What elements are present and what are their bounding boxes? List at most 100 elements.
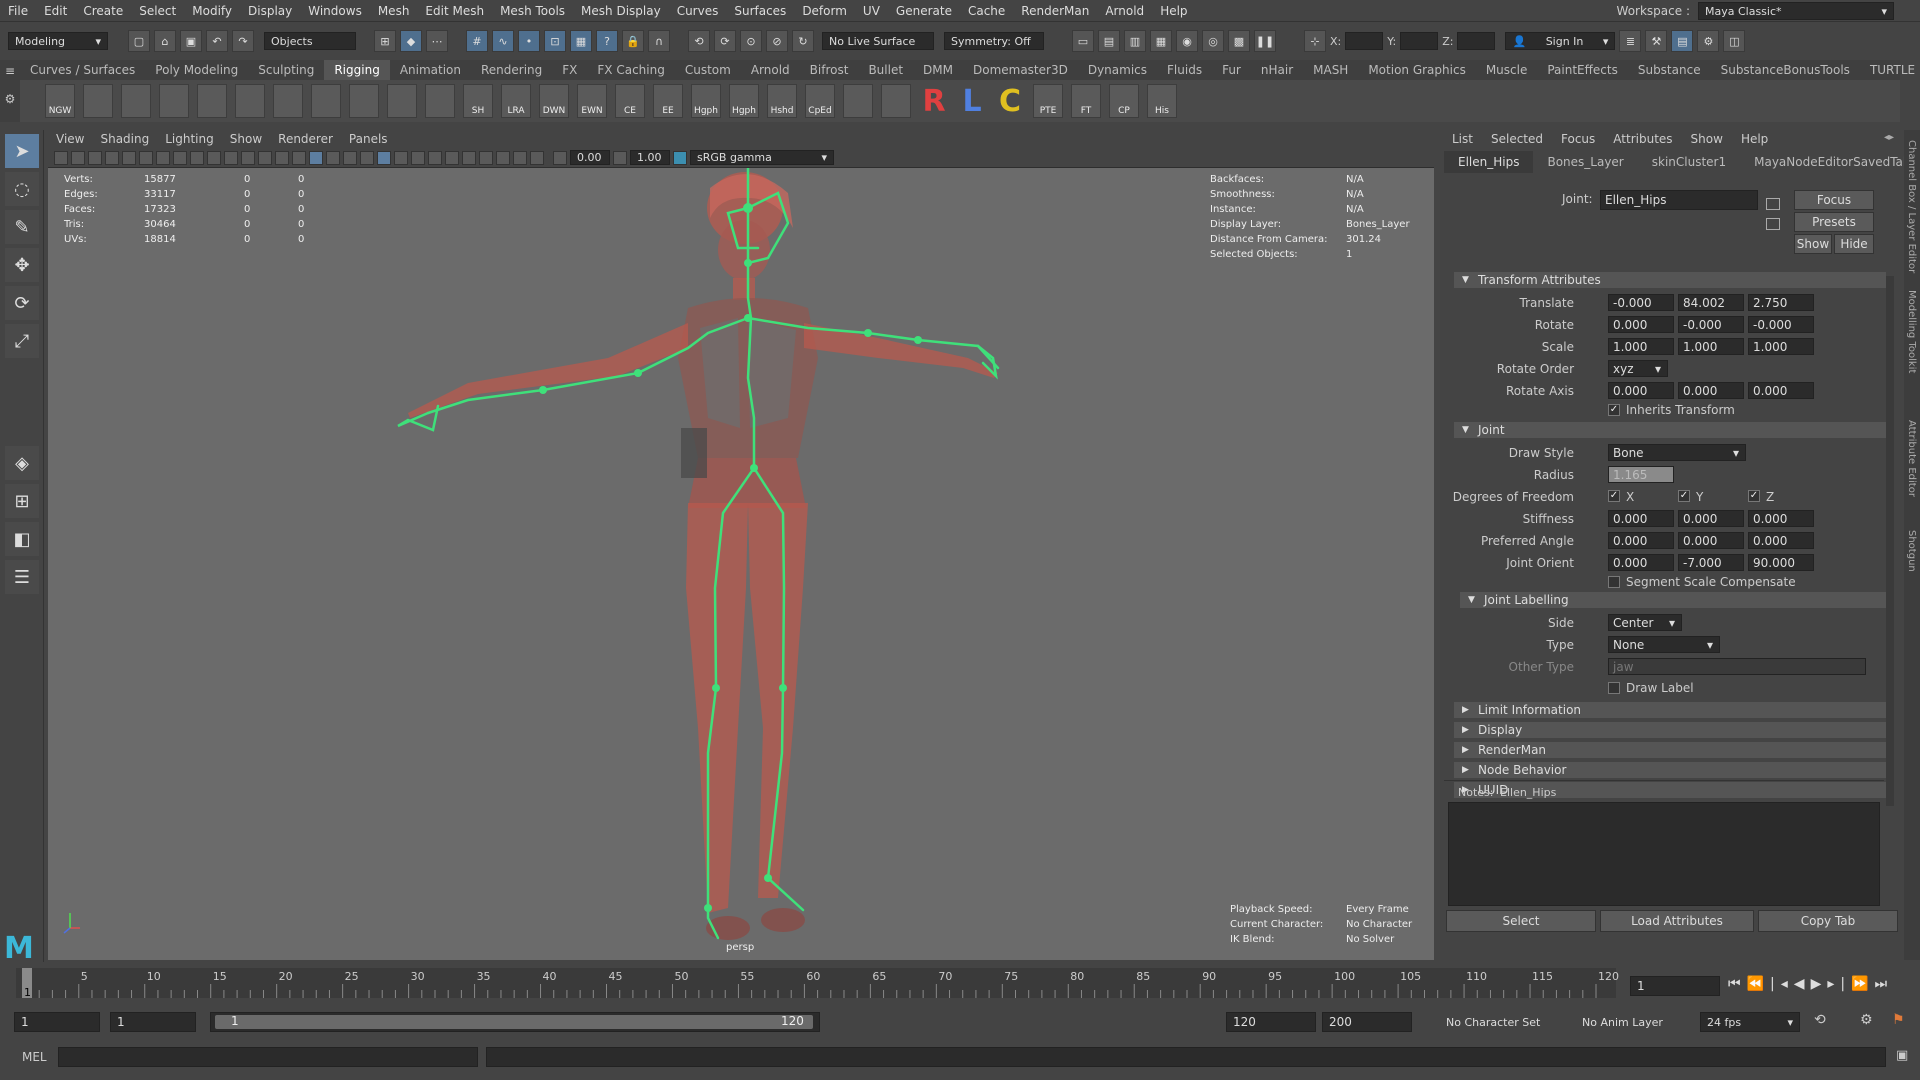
joint-orient-x-field[interactable]: 0.000 (1608, 554, 1674, 571)
hierarchy-mode-icon[interactable]: ⊞ (374, 30, 396, 52)
shelf-button-tool-9[interactable] (387, 84, 417, 118)
render-current-icon[interactable]: ▤ (1098, 30, 1120, 52)
translate-y-field[interactable]: 84.002 (1678, 294, 1744, 311)
viewport-menu-lighting[interactable]: Lighting (165, 132, 214, 146)
ae-scrollbar[interactable] (1886, 276, 1894, 806)
shelf-tab-sculpting[interactable]: Sculpting (248, 60, 324, 80)
time-slider[interactable]: 5 10 15 20 25 30 35 40 45 50 55 60 65 70 75 80 85 90 95 100… (0, 962, 1920, 1004)
play-forward-icon[interactable]: ▶ (1811, 976, 1828, 992)
shelf-tab-nhair[interactable]: nHair (1251, 60, 1303, 80)
rotate-order-dropdown[interactable]: xyz ▾ (1608, 360, 1668, 377)
menu-item-cache[interactable]: Cache (960, 4, 1013, 18)
shelf-button-tool-21[interactable] (843, 84, 873, 118)
section-limit-information[interactable]: ▶ Limit Information (1454, 702, 1886, 718)
step-forward-frame-icon[interactable]: ▸| (1827, 976, 1851, 992)
shelf-tab-fur[interactable]: Fur (1212, 60, 1251, 80)
menu-item-display[interactable]: Display (240, 4, 300, 18)
modeling-toolkit-icon[interactable]: ⚒ (1645, 30, 1668, 52)
bookmark-icon[interactable] (88, 150, 102, 165)
shelf-button-tool-7[interactable] (311, 84, 341, 118)
shelf-button-pte[interactable]: PTE (1033, 84, 1063, 118)
shelf-button-cp[interactable]: CP (1109, 84, 1139, 118)
ae-tabs-arrow-icon[interactable]: ◂▸ (1884, 132, 1894, 143)
component-mode-icon[interactable]: ⋯ (426, 30, 448, 52)
select-mode-dropdown[interactable]: Objects (264, 32, 356, 50)
step-back-frame-icon[interactable]: |◂ (1770, 976, 1794, 992)
viewport-3d[interactable]: Verts: 15877 0 0 Edges: 33117 0 0 Faces: 17323 0 0 T… (48, 168, 1434, 960)
rebuild-icon[interactable]: ↻ (792, 30, 814, 52)
focus-selected-icon[interactable] (1766, 198, 1780, 210)
transform-icon[interactable]: ⊹ (1304, 30, 1326, 52)
preferred-angle-x-field[interactable]: 0.000 (1608, 532, 1674, 549)
ae-menu-list[interactable]: List (1452, 132, 1473, 146)
menu-item-renderman[interactable]: RenderMan (1013, 4, 1097, 18)
tool-settings-icon[interactable]: ⚙ (1697, 30, 1720, 52)
exposure-field[interactable]: 0.00 (570, 150, 610, 165)
shelf-button-ce[interactable]: CE (615, 84, 645, 118)
ae-tab-mayanodeeditorsavedtabs[interactable]: MayaNodeEditorSavedTabs (1740, 151, 1920, 173)
shelf-tab-curves-surfaces[interactable]: Curves / Surfaces (20, 60, 145, 80)
pause-icon[interactable]: ❚❚ (1254, 30, 1276, 52)
lock-icon[interactable]: 🔒 (622, 30, 644, 52)
auto-key-icon[interactable]: ⚑ (1892, 1012, 1905, 1028)
menu-item-surfaces[interactable]: Surfaces (726, 4, 794, 18)
menu-item-uv[interactable]: UV (855, 4, 888, 18)
object-mode-icon[interactable]: ◆ (400, 30, 422, 52)
lights-icon[interactable] (394, 150, 408, 165)
viewport-menu-show[interactable]: Show (230, 132, 262, 146)
ae-menu-show[interactable]: Show (1691, 132, 1723, 146)
scale-tool-icon[interactable]: ⤢ (5, 324, 39, 358)
live-surface-field[interactable]: No Live Surface (822, 32, 934, 50)
side-dropdown[interactable]: Center ▾ (1608, 614, 1682, 631)
z-field[interactable] (1457, 32, 1496, 50)
ae-menu-attributes[interactable]: Attributes (1613, 132, 1672, 146)
copy-node-icon[interactable] (1766, 218, 1780, 230)
shelf-button-dwn[interactable]: DWN (539, 84, 569, 118)
shelf-tab-fx[interactable]: FX (552, 60, 587, 80)
scale-x-field[interactable]: 1.000 (1608, 338, 1674, 355)
outliner-icon[interactable]: ☰ (5, 560, 39, 594)
wireframe-icon[interactable] (292, 150, 306, 165)
shelf-tab-domemaster3d[interactable]: Domemaster3D (963, 60, 1078, 80)
move-tool-icon[interactable]: ✥ (5, 248, 39, 282)
shelf-tab-animation[interactable]: Animation (390, 60, 471, 80)
other-type-field[interactable]: jaw (1608, 658, 1866, 675)
shelf-tab-custom[interactable]: Custom (675, 60, 741, 80)
shelf-button-tool-5[interactable] (235, 84, 265, 118)
two-view-icon[interactable]: ◧ (5, 522, 39, 556)
shelf-button-hgph[interactable]: Hgph (729, 84, 759, 118)
loop-icon[interactable]: ⟲ (1814, 1012, 1826, 1028)
script-editor-icon[interactable]: ▣ (1896, 1048, 1908, 1063)
shelf-button-r[interactable]: R (919, 84, 949, 119)
shelf-button-c[interactable]: C (995, 84, 1025, 119)
draw-style-dropdown[interactable]: Bone ▾ (1608, 444, 1746, 461)
gamma-field[interactable]: 1.00 (630, 150, 670, 165)
dof-z-checkbox[interactable]: ✓ (1748, 490, 1760, 502)
dof-x-checkbox[interactable]: ✓ (1608, 490, 1620, 502)
draw-label-checkbox[interactable] (1608, 682, 1620, 694)
copy-tab-button[interactable]: Copy Tab (1758, 910, 1898, 932)
joint-section[interactable]: ▼ Joint (1454, 422, 1886, 438)
open-scene-icon[interactable]: ⌂ (154, 30, 176, 52)
viewport-menu-view[interactable]: View (56, 132, 84, 146)
snap-curve-icon[interactable]: ∿ (492, 30, 514, 52)
xray-icon[interactable] (377, 150, 391, 165)
command-language[interactable]: MEL (22, 1050, 47, 1064)
translate-z-field[interactable]: 2.750 (1748, 294, 1814, 311)
step-forward-key-icon[interactable]: ⏩ (1851, 976, 1874, 992)
radius-field[interactable]: 1.165 (1608, 466, 1674, 483)
shelf-tab-bullet[interactable]: Bullet (858, 60, 913, 80)
shelf-tab-dmm[interactable]: DMM (913, 60, 963, 80)
hide-button[interactable]: Hide (1834, 234, 1874, 254)
ae-tab-bones_layer[interactable]: Bones_Layer (1533, 151, 1637, 173)
menu-item-generate[interactable]: Generate (888, 4, 960, 18)
character-set-dropdown[interactable]: No Character Set (1440, 1012, 1570, 1032)
mode-dropdown[interactable]: Modeling ▾ (8, 32, 108, 50)
shelf-tab-arnold[interactable]: Arnold (741, 60, 800, 80)
stiffness-y-field[interactable]: 0.000 (1678, 510, 1744, 527)
menu-item-windows[interactable]: Windows (300, 4, 370, 18)
shelf-tab-dynamics[interactable]: Dynamics (1078, 60, 1157, 80)
menu-item-arnold[interactable]: Arnold (1097, 4, 1152, 18)
range-slider[interactable]: 1 120 (210, 1012, 820, 1032)
motion-blur-icon[interactable] (445, 150, 459, 165)
